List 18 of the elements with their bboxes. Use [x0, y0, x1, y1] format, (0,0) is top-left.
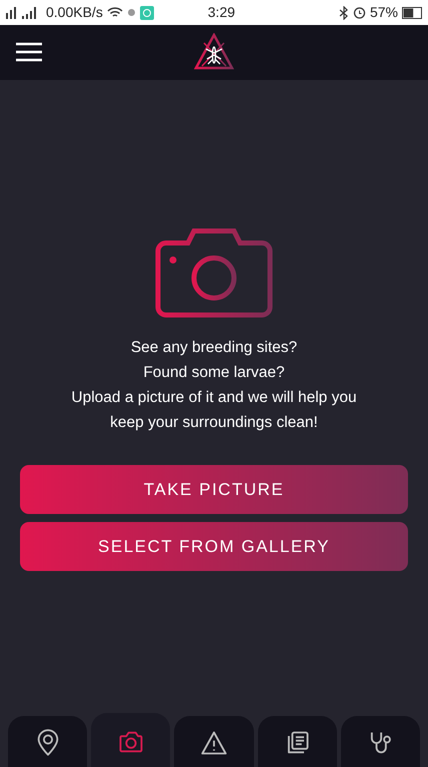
network-speed: 0.00KB/s	[46, 3, 103, 22]
tab[interactable]	[8, 716, 88, 767]
dot-icon	[126, 8, 136, 17]
tab[interactable]	[258, 716, 337, 767]
take-picture-button[interactable]: TAKE PICTURE	[20, 465, 408, 514]
clock-time: 3:29	[208, 3, 236, 22]
instruction-text: See any breeding sites? Found some larvae? Upload a picture of it and we will help you keep your surroundings clean!	[71, 338, 357, 433]
alarm-icon	[352, 6, 366, 19]
shield-app-icon	[140, 6, 154, 20]
mosquito-logo-icon	[194, 33, 234, 71]
battery-percent: 57%	[370, 3, 398, 22]
menu-button[interactable]	[16, 40, 42, 64]
gallery-button[interactable]: SELECT FROM GALLERY	[20, 522, 408, 571]
tab[interactable]	[340, 716, 420, 767]
warning-icon	[200, 729, 228, 757]
wifi-icon	[106, 6, 123, 18]
tab[interactable]	[174, 716, 254, 767]
bluetooth-icon	[338, 6, 349, 20]
